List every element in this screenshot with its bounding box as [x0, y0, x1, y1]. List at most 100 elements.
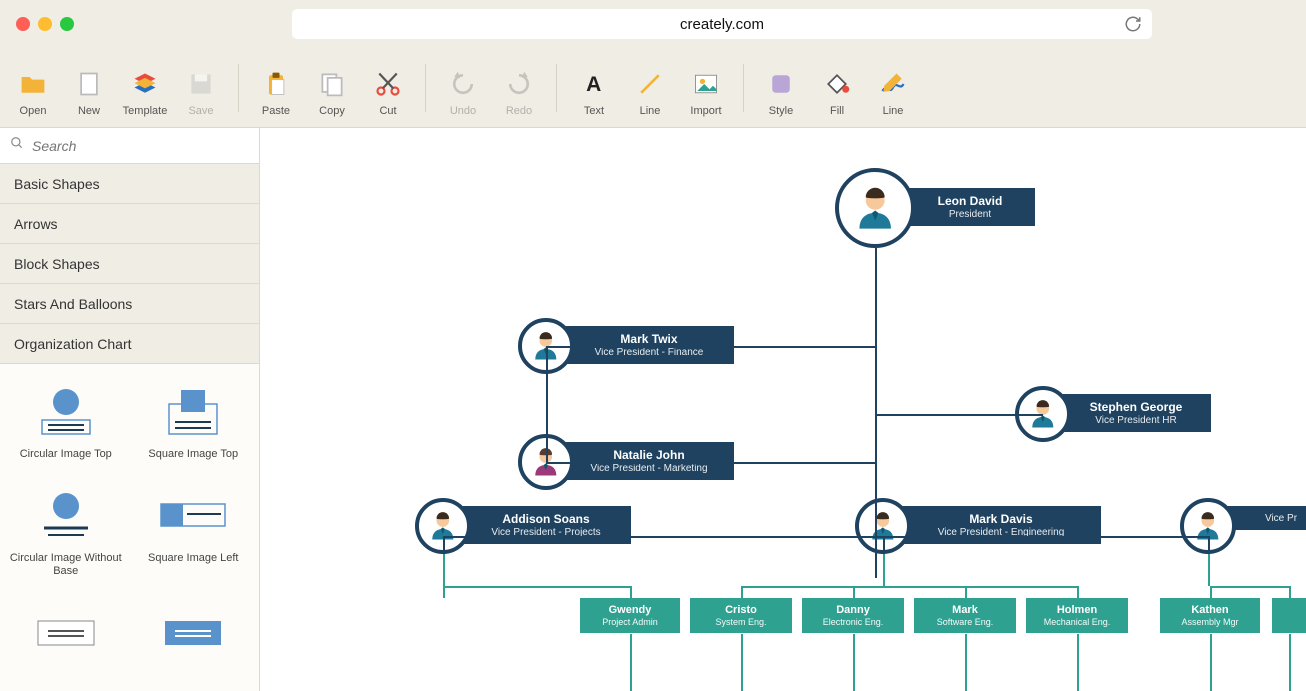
redo-icon [505, 67, 533, 101]
org-child-name: Gwendy [609, 604, 652, 616]
connector [741, 586, 743, 598]
connector [1077, 634, 1079, 691]
url-box[interactable]: creately.com [292, 9, 1152, 39]
org-role: Vice President - Finance [595, 347, 704, 358]
avatar-icon [835, 168, 915, 248]
toolbar-line2-button[interactable]: Line [868, 57, 918, 119]
scissors-icon [374, 67, 402, 101]
toolbar-label: Cut [379, 105, 396, 117]
category-basic-shapes[interactable]: Basic Shapes [0, 164, 259, 204]
toolbar-fill-button[interactable]: Fill [812, 57, 862, 119]
connector [1210, 586, 1289, 588]
stack-icon [131, 67, 159, 101]
toolbar-label: Open [20, 105, 47, 117]
connector [546, 346, 875, 348]
thumb-plain2[interactable] [132, 595, 256, 681]
toolbar-label: Import [690, 105, 721, 117]
org-label: Mark TwixVice President - Finance [564, 326, 734, 364]
category-organization-chart[interactable]: Organization Chart [0, 324, 259, 364]
org-name: Stephen George [1090, 400, 1183, 414]
connector [853, 586, 855, 598]
sidebar: Basic ShapesArrowsBlock ShapesStars And … [0, 128, 260, 691]
thumb-circ_top[interactable]: Circular Image Top [4, 374, 128, 474]
toolbar-new-button[interactable]: New [64, 57, 114, 119]
org-child-children_partial-0[interactable]: KathenAssembly Mgr [1160, 598, 1260, 633]
connector [965, 634, 967, 691]
org-child-children_projects-0[interactable]: GwendyProject Admin [580, 598, 680, 633]
toolbar-label: Line [883, 105, 904, 117]
toolbar-label: Paste [262, 105, 290, 117]
org-role: Vice President - Marketing [590, 463, 707, 474]
org-child-children_eng-0[interactable]: CristoSystem Eng. [690, 598, 792, 633]
org-child-name: Cristo [725, 604, 757, 616]
category-arrows[interactable]: Arrows [0, 204, 259, 244]
toolbar-import-button[interactable]: Import [681, 57, 731, 119]
thumb-circ_nobase[interactable]: Circular Image Without Base [4, 478, 128, 591]
org-child-children_eng-3[interactable]: HolmenMechanical Eng. [1026, 598, 1128, 633]
connector [875, 248, 877, 578]
org-child-children_partial-1[interactable]: DTes [1272, 598, 1306, 633]
category-stars-and-balloons[interactable]: Stars And Balloons [0, 284, 259, 324]
reload-icon[interactable] [1124, 15, 1142, 37]
thumb-caption: Circular Image Top [20, 448, 112, 462]
connector [1208, 536, 1210, 554]
org-child-role: Project Admin [602, 617, 658, 627]
window-close-dot[interactable] [16, 17, 30, 31]
toolbar-label: Save [188, 105, 213, 117]
connector [630, 634, 632, 691]
toolbar-copy-button[interactable]: Copy [307, 57, 357, 119]
category-block-shapes[interactable]: Block Shapes [0, 244, 259, 284]
search-input[interactable] [32, 138, 249, 154]
window-max-dot[interactable] [60, 17, 74, 31]
toolbar-label: Style [769, 105, 793, 117]
org-child-name: Kathen [1191, 604, 1228, 616]
org-label: Mark DavisVice President - Engineering [901, 506, 1101, 544]
toolbar-template-button[interactable]: Template [120, 57, 170, 119]
thumb-plain1[interactable] [4, 595, 128, 681]
toolbar-save-button: Save [176, 57, 226, 119]
org-child-role: Electronic Eng. [823, 617, 884, 627]
connector [443, 536, 1208, 538]
connector [741, 586, 1077, 588]
browser-titlebar: creately.com [0, 0, 1306, 48]
thumb-caption: Circular Image Without Base [8, 552, 124, 580]
connector [546, 346, 548, 462]
toolbar-label: Text [584, 105, 604, 117]
org-child-children_eng-2[interactable]: MarkSoftware Eng. [914, 598, 1016, 633]
thumb-caption: Square Image Top [148, 448, 238, 462]
toolbar-label: Undo [450, 105, 476, 117]
connector [883, 536, 885, 554]
thumb-preview [26, 486, 106, 546]
toolbar-undo-button: Undo [438, 57, 488, 119]
org-role: Vice Pr [1265, 513, 1297, 524]
toolbar-text-button[interactable]: AText [569, 57, 619, 119]
toolbar-line-button[interactable]: Line [625, 57, 675, 119]
thumb-sq_top[interactable]: Square Image Top [132, 374, 256, 474]
org-label: Leon DavidPresident [905, 188, 1035, 226]
org-label: Vice Pr [1226, 506, 1306, 530]
search-icon [10, 136, 24, 155]
connector [1289, 634, 1291, 691]
thumb-sq_left[interactable]: Square Image Left [132, 478, 256, 591]
toolbar-redo-button: Redo [494, 57, 544, 119]
save-icon [187, 67, 215, 101]
org-child-children_eng-1[interactable]: DannyElectronic Eng. [802, 598, 904, 633]
connector [443, 554, 445, 598]
window-min-dot[interactable] [38, 17, 52, 31]
toolbar: Open NewTemplate Save Paste Copy Cut Undo Redo A… [0, 48, 1306, 128]
connector [875, 414, 1043, 416]
toolbar-cut-button[interactable]: Cut [363, 57, 413, 119]
connector [883, 554, 885, 586]
line-icon [636, 67, 664, 101]
canvas[interactable]: Leon DavidPresident Mark TwixVice Preside… [260, 128, 1306, 691]
toolbar-style-button[interactable]: Style [756, 57, 806, 119]
org-child-role: Software Eng. [937, 617, 994, 627]
connector [875, 536, 877, 538]
toolbar-paste-button[interactable]: Paste [251, 57, 301, 119]
org-name: Mark Davis [969, 512, 1032, 526]
org-child-role: Assembly Mgr [1181, 617, 1238, 627]
org-role: President [949, 209, 991, 220]
thumb-caption: Square Image Left [148, 552, 239, 566]
toolbar-open-button[interactable]: Open [8, 57, 58, 119]
org-role: Vice President HR [1095, 415, 1177, 426]
